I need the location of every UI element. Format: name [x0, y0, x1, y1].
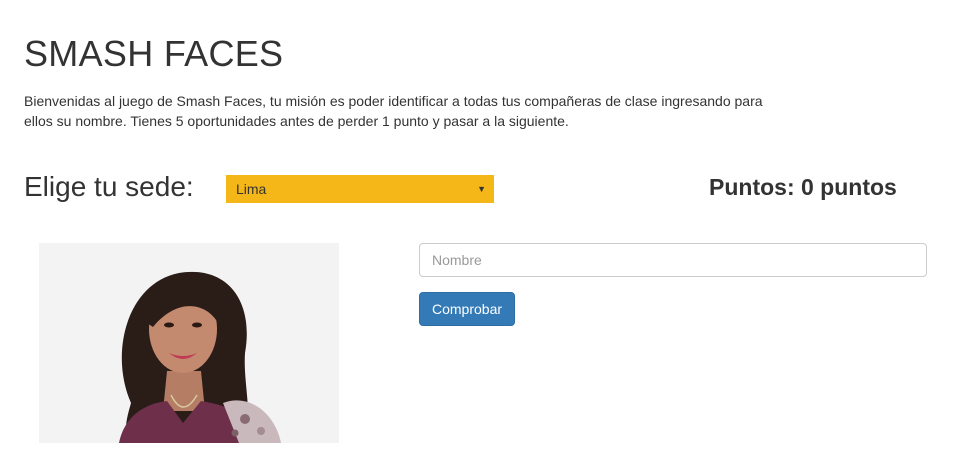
intro-text: Bienvenidas al juego de Smash Faces, tu …	[24, 93, 763, 129]
chevron-down-icon: ▼	[477, 184, 486, 194]
sede-select[interactable]: Lima ▼	[226, 175, 494, 203]
sede-selected-value: Lima	[236, 181, 267, 197]
student-portrait-icon	[39, 243, 339, 443]
student-photo	[39, 243, 339, 443]
game-page: SMASH FACES Bienvenidas al juego de Smas…	[0, 0, 968, 460]
sede-label: Elige tu sede:	[24, 171, 194, 202]
name-input[interactable]	[419, 243, 927, 277]
check-button[interactable]: Comprobar	[419, 292, 516, 326]
page-title: SMASH FACES	[24, 33, 284, 74]
score-display: Puntos: 0 puntos	[709, 174, 897, 200]
